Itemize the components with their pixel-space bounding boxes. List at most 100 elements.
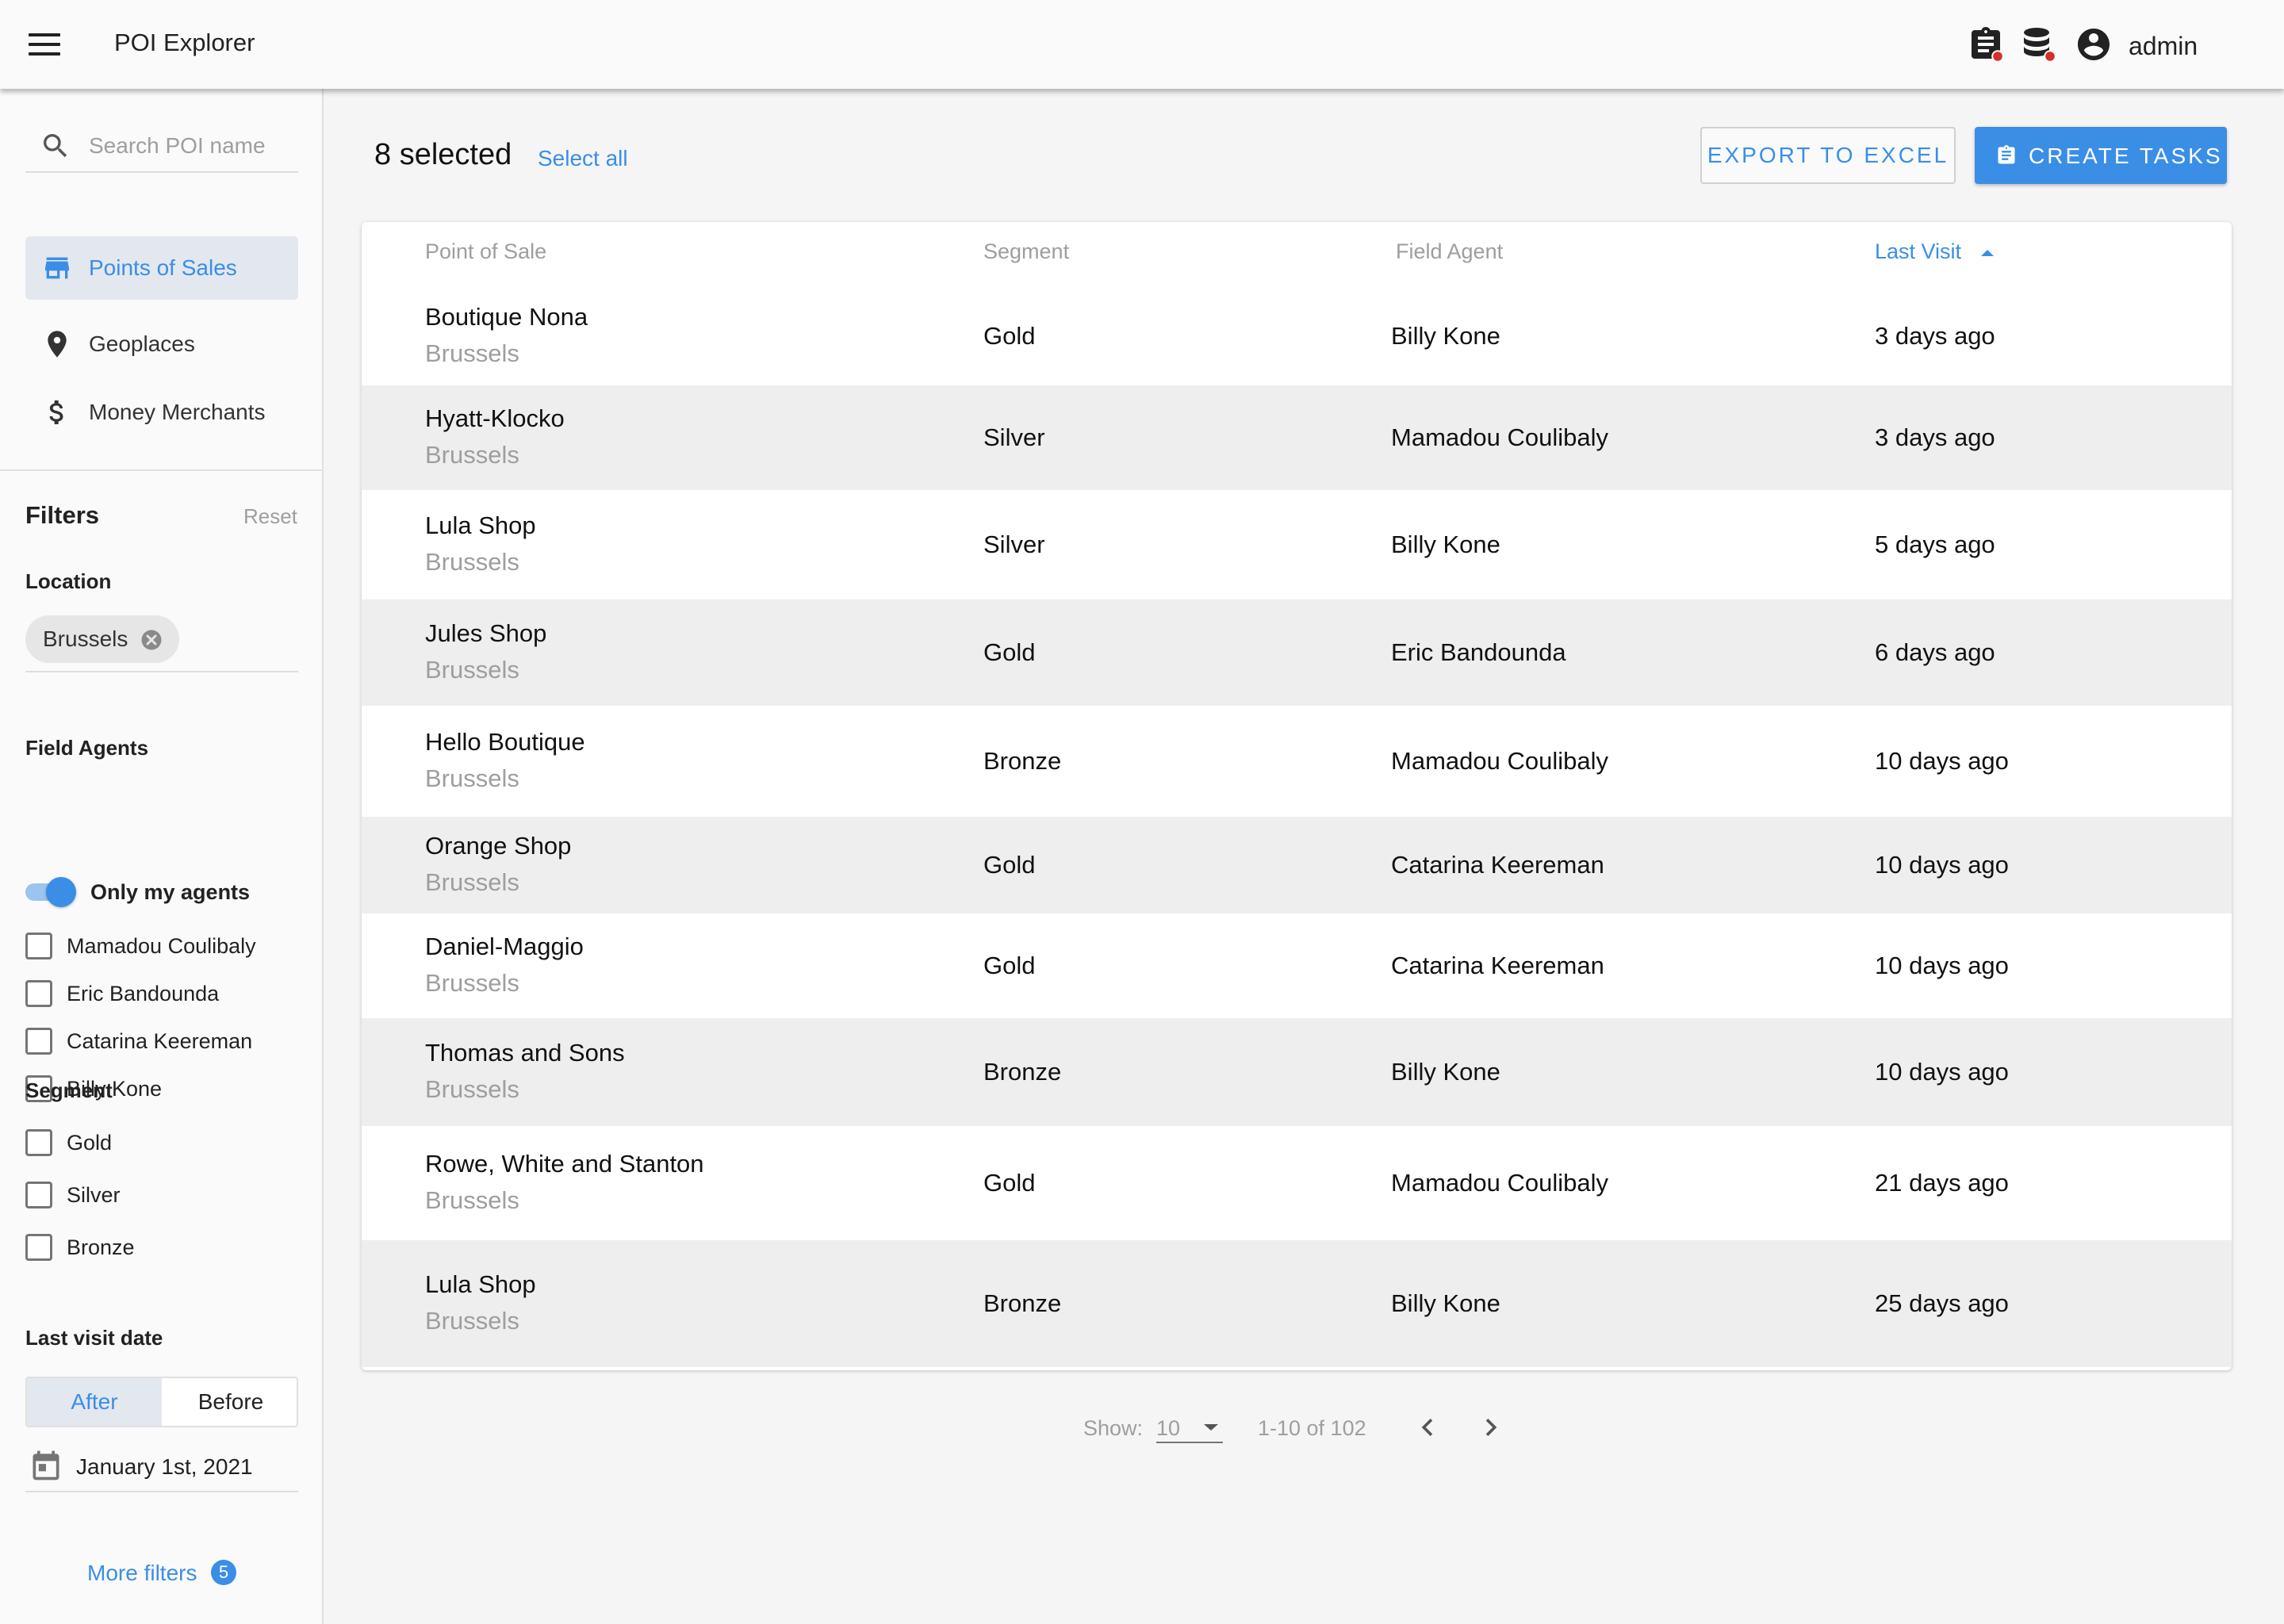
pos-name: Jules Shop (425, 619, 547, 647)
nav-label: Points of Sales (89, 255, 237, 280)
agent-cell: Catarina Keereman (1391, 851, 1604, 879)
search-input[interactable] (89, 130, 295, 162)
pos-city: Brussels (425, 656, 519, 684)
segment-cell: Bronze (983, 1058, 1062, 1086)
agent-cell: Billy Kone (1391, 530, 1500, 558)
only-my-agents-label: Only my agents (90, 880, 251, 904)
location-chip[interactable]: Brussels (25, 615, 179, 663)
last-visit-cell: 10 days ago (1875, 851, 2009, 879)
selected-count: 8 selected (374, 138, 512, 171)
create-tasks-button[interactable]: CREATE TASKS (1975, 127, 2227, 184)
location-underline (25, 671, 298, 672)
next-page-icon[interactable] (1473, 1410, 1508, 1445)
last-visit-cell: 3 days ago (1875, 423, 1995, 451)
pos-city: Brussels (425, 548, 519, 576)
column-header-pos[interactable]: Point of Sale (425, 239, 546, 264)
last-visit-cell: 3 days ago (1875, 322, 1995, 350)
nav-money-merchants[interactable]: Money Merchants (25, 381, 298, 444)
app-bar: POI Explorer admin (0, 0, 2284, 89)
pos-city: Brussels (425, 441, 519, 469)
search-box[interactable] (25, 124, 298, 173)
previous-page-icon[interactable] (1410, 1410, 1445, 1445)
menu-icon[interactable] (29, 33, 60, 56)
clipboard-alert-icon[interactable] (1967, 25, 2005, 63)
more-filters-link[interactable]: More filters (87, 1561, 197, 1586)
segment-cell: Bronze (983, 1289, 1062, 1317)
field-agents-title: Field Agents (25, 736, 149, 760)
store-icon (45, 257, 69, 279)
select-all-link[interactable]: Select all (538, 146, 628, 171)
pos-city: Brussels (425, 969, 519, 997)
pos-name: Daniel-Maggio (425, 933, 584, 960)
pos-city: Brussels (425, 1307, 519, 1335)
dropdown-arrow-icon (1204, 1424, 1218, 1431)
table-row[interactable]: Lula Shop Brussels Silver Billy Kone 5 days … (362, 493, 2232, 596)
database-alert-icon[interactable] (2019, 25, 2057, 63)
nav-geoplaces[interactable]: Geoplaces (25, 312, 298, 376)
column-header-agent[interactable]: Field Agent (1396, 239, 1503, 264)
segment-cell: Gold (983, 322, 1036, 350)
nav-points-of-sales[interactable]: Points of Sales (25, 236, 298, 300)
pos-city: Brussels (425, 1186, 519, 1214)
close-circle-icon[interactable] (140, 628, 163, 652)
agent-cell: Billy Kone (1391, 1058, 1500, 1086)
segment-cell: Silver (983, 530, 1045, 558)
segment-cell: Gold (983, 952, 1036, 979)
page-size-select[interactable]: 10 (1156, 1411, 1223, 1443)
column-header-last-visit[interactable]: Last Visit (1875, 239, 1996, 264)
account-circle-icon[interactable] (2075, 25, 2113, 63)
page-size-label: Show: (1083, 1416, 1144, 1440)
last-visit-cell: 10 days ago (1875, 1058, 2009, 1086)
poi-table: Point of Sale Segment Field Agent Last V… (362, 222, 2232, 1370)
nav-label: Money Merchants (89, 400, 266, 424)
reset-link[interactable]: Reset (243, 504, 297, 529)
pos-name: Hello Boutique (425, 728, 585, 756)
segment-cell: Gold (983, 1169, 1036, 1197)
table-row[interactable]: Boutique Nona Brussels Gold Billy Kone 3 day… (362, 290, 2232, 382)
only-my-agents-toggle[interactable] (25, 877, 76, 907)
export-to-excel-button[interactable]: EXPORT TO EXCEL (1700, 127, 1956, 184)
segment-title: Segment (25, 1078, 113, 1102)
sidebar: Points of Sales Geoplaces Money Merchant… (0, 89, 324, 1624)
column-header-segment[interactable]: Segment (983, 239, 1069, 264)
pos-name: Lula Shop (425, 511, 536, 539)
pos-city: Brussels (425, 339, 519, 367)
pos-name: Thomas and Sons (425, 1039, 625, 1067)
pos-name: Orange Shop (425, 832, 572, 860)
create-tasks-label: CREATE TASKS (2029, 144, 2223, 168)
pos-name: Rowe, White and Stanton (425, 1150, 704, 1178)
last-visit-cell: 21 days ago (1875, 1169, 2009, 1197)
after-button[interactable]: After (27, 1378, 162, 1426)
pos-city: Brussels (425, 764, 519, 792)
column-header-label: Last Visit (1875, 239, 1962, 263)
agent-cell: Mamadou Coulibaly (1391, 747, 1608, 775)
search-icon (44, 134, 67, 158)
more-filters-badge: 5 (211, 1560, 236, 1585)
segment-cell: Gold (983, 851, 1036, 879)
last-visit-cell: 10 days ago (1875, 952, 2009, 979)
table-row[interactable]: Thomas and Sons Brussels Bronze Billy Kone 1… (362, 1018, 2232, 1126)
last-visit-cell: 10 days ago (1875, 747, 2009, 775)
clipboard-icon (1998, 145, 2015, 164)
table-row[interactable]: Daniel-Maggio Brussels Gold Catarina Keerem… (362, 917, 2232, 1015)
agent-cell: Eric Bandounda (1391, 638, 1566, 666)
pos-city: Brussels (425, 868, 519, 896)
agent-cell: Mamadou Coulibaly (1391, 1169, 1608, 1197)
agent-cell: Catarina Keereman (1391, 952, 1604, 979)
date-field[interactable]: January 1st, 2021 (25, 1445, 298, 1492)
segment-cell: Silver (983, 423, 1045, 451)
after-before-toggle: After Before (25, 1377, 298, 1427)
table-row[interactable]: Lula Shop Brussels Bronze Billy Kone 25 days… (362, 1240, 2232, 1367)
agent-cell: Billy Kone (1391, 1289, 1500, 1317)
user-name[interactable]: admin (2129, 32, 2198, 61)
before-button[interactable]: Before (163, 1378, 297, 1426)
app-title: POI Explorer (114, 29, 255, 56)
table-row[interactable]: Jules Shop Brussels Gold Eric Bandounda 6 da… (362, 599, 2232, 706)
table-row[interactable]: Rowe, White and Stanton Brussels Gold Mamad… (362, 1129, 2232, 1237)
map-pin-icon (48, 331, 67, 358)
table-row[interactable]: Hyatt-Klocko Brussels Silver Mamadou Coulib… (362, 385, 2232, 490)
agent-cell: Mamadou Coulibaly (1391, 423, 1608, 451)
table-row[interactable]: Orange Shop Brussels Gold Catarina Keereman… (362, 817, 2232, 914)
sort-ascending-icon (1980, 249, 1994, 256)
table-row[interactable]: Hello Boutique Brussels Bronze Mamadou Coul… (362, 709, 2232, 814)
